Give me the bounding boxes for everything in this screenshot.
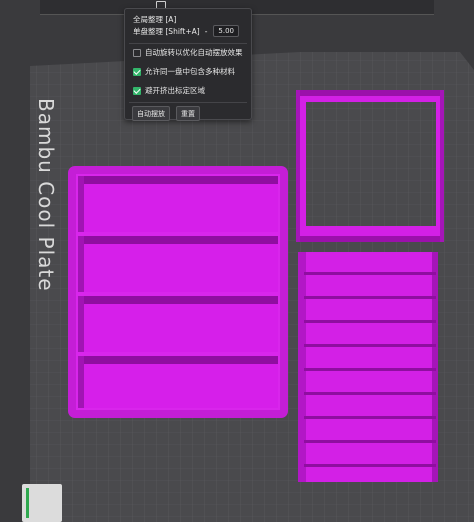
view-orientation-widget[interactable] <box>22 484 62 522</box>
divider <box>129 43 247 44</box>
tray-slot <box>78 356 278 408</box>
checkbox-unchecked-icon[interactable] <box>133 48 141 57</box>
avoid-calibration-checkbox[interactable]: 避开挤出标定区域 <box>133 85 205 96</box>
arrange-settings-popup: 全局整理 [A] 单盘整理 [Shift+A] - 5.00 自动旋转以优化自动… <box>124 8 252 121</box>
checkbox-checked-icon[interactable] <box>133 86 141 95</box>
arrange-plate-option[interactable]: 单盘整理 [Shift+A] - 5.00 <box>133 25 240 37</box>
checkbox-checked-icon[interactable] <box>133 67 141 76</box>
tray-slot <box>78 296 278 352</box>
divider <box>129 102 247 103</box>
tray-slot <box>78 236 278 292</box>
arrange-all-option[interactable]: 全局整理 [A] <box>133 14 176 25</box>
spacing-input[interactable]: 5.00 <box>213 25 240 37</box>
model-square-frame[interactable] <box>296 90 444 242</box>
arrange-button[interactable]: 自动摆放 <box>132 106 170 121</box>
auto-rotate-checkbox[interactable]: 自动旋转以优化自动摆放效果 <box>133 47 243 58</box>
tray-slot <box>78 176 278 232</box>
model-slat-stack[interactable] <box>298 252 438 482</box>
reset-button[interactable]: 重置 <box>176 106 200 121</box>
model-slot-tray[interactable] <box>68 166 288 418</box>
multi-material-checkbox[interactable]: 允许同一盘中包含多种材料 <box>133 66 235 77</box>
